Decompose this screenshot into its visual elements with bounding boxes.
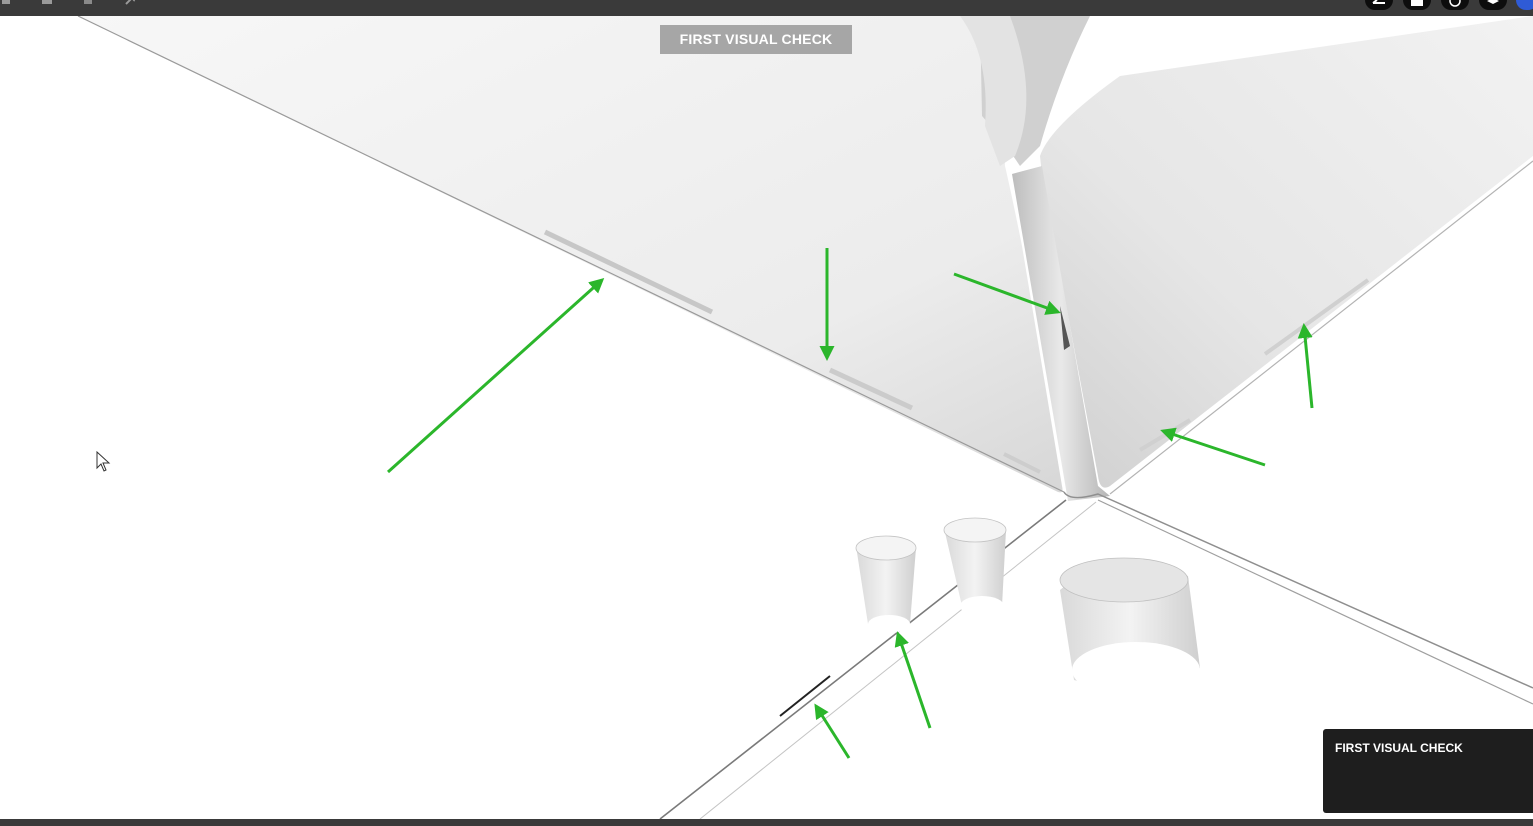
back-arrow-icon[interactable] [1365, 0, 1393, 10]
3d-viewport[interactable] [0, 16, 1533, 819]
mouse-cursor-icon [96, 451, 111, 472]
account-icon[interactable] [1516, 0, 1533, 10]
view-title-badge: FIRST VISUAL CHECK [660, 25, 852, 54]
info-panel-title: FIRST VISUAL CHECK [1335, 741, 1463, 755]
top-toolbar [0, 0, 1533, 16]
view-info-panel: FIRST VISUAL CHECK [1323, 729, 1533, 813]
model-render [0, 16, 1533, 819]
wrench-icon[interactable] [124, 0, 138, 6]
boss-cylinder-large [1059, 557, 1200, 698]
tool-icon-1[interactable] [2, 0, 16, 6]
tool-icon-3[interactable] [81, 0, 95, 6]
globe-icon[interactable] [1441, 0, 1469, 10]
tool-icon-2[interactable] [40, 0, 54, 6]
bottom-bar [0, 819, 1533, 826]
layers-icon[interactable] [1479, 0, 1507, 10]
folder-icon[interactable] [1403, 0, 1431, 10]
